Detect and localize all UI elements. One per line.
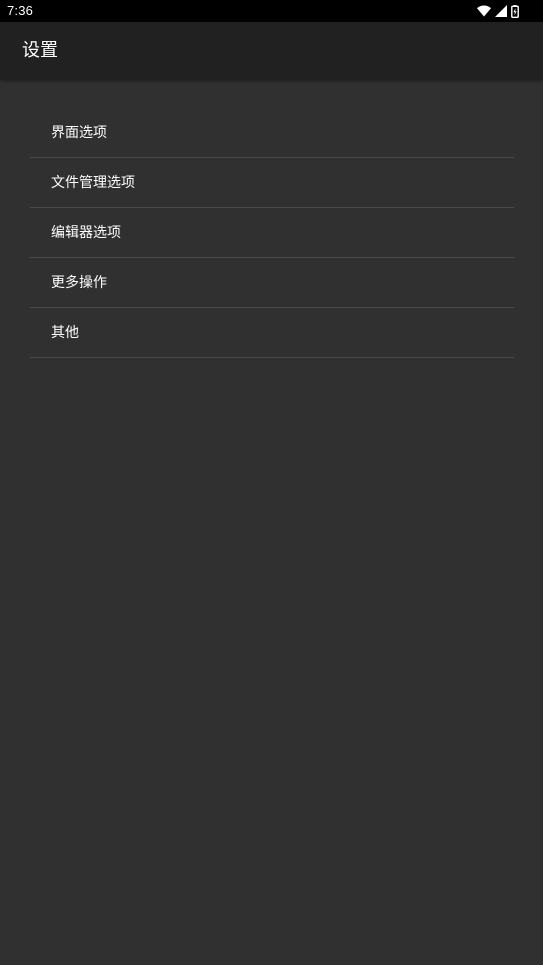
battery-charging-icon bbox=[511, 4, 519, 18]
settings-item-other[interactable]: 其他 bbox=[30, 308, 514, 358]
settings-item-editor-options[interactable]: 编辑器选项 bbox=[30, 208, 514, 258]
status-time: 7:36 bbox=[7, 3, 34, 18]
settings-item-label: 文件管理选项 bbox=[51, 175, 135, 191]
settings-item-interface-options[interactable]: 界面选项 bbox=[30, 108, 514, 158]
settings-item-label: 更多操作 bbox=[51, 275, 107, 291]
settings-item-file-management-options[interactable]: 文件管理选项 bbox=[30, 158, 514, 208]
settings-item-label: 其他 bbox=[51, 325, 79, 341]
status-bar: 7:36 bbox=[0, 0, 543, 22]
settings-item-more-actions[interactable]: 更多操作 bbox=[30, 258, 514, 308]
wifi-icon bbox=[477, 5, 491, 17]
page-title: 设置 bbox=[22, 40, 58, 61]
settings-item-label: 界面选项 bbox=[51, 125, 107, 141]
app-bar: 设置 bbox=[0, 22, 543, 80]
settings-list: 界面选项 文件管理选项 编辑器选项 更多操作 其他 bbox=[30, 108, 514, 358]
status-icons bbox=[477, 3, 519, 19]
settings-item-label: 编辑器选项 bbox=[51, 225, 121, 241]
cell-signal-icon bbox=[495, 5, 507, 17]
